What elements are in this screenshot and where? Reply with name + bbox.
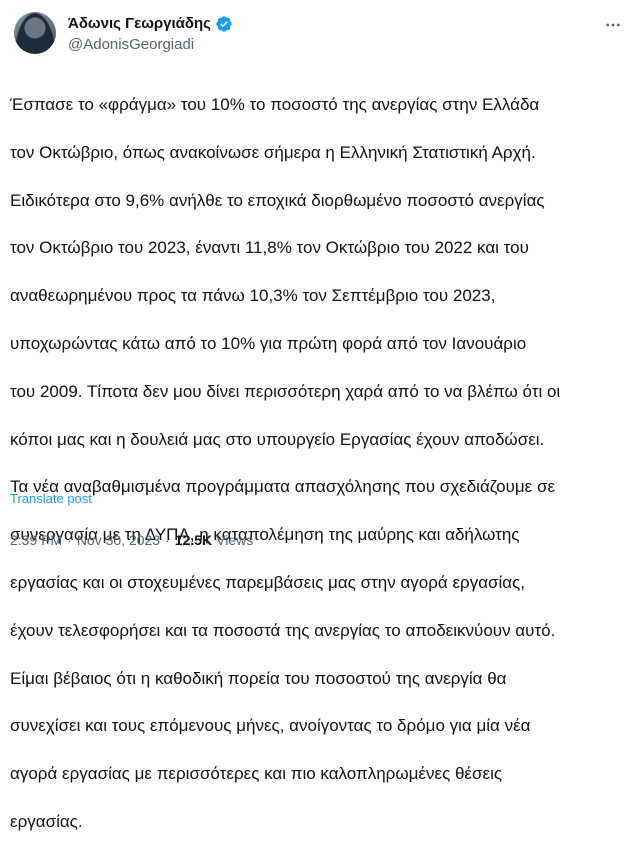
author-handle[interactable]: @AdonisGeorgiadi: [68, 35, 233, 55]
tweet-text: Έσπασε το «φράγμα» του 10% το ποσοστό τη…: [10, 69, 632, 858]
translate-post-link[interactable]: Translate post: [10, 491, 92, 506]
views-label: Views: [216, 532, 254, 548]
tweet-text-line: υποχωρώντας κάτω από το 10% για πρώτη φο…: [10, 333, 527, 353]
tweet-text-line: Έσπασε το «φράγμα» του 10% το ποσοστό τη…: [10, 94, 540, 114]
tweet-text-line: Τα νέα αναβαθμισμένα προγράμματα απασχόλ…: [10, 477, 556, 497]
tweet-time[interactable]: 2:39 PM: [10, 532, 62, 548]
author-display-name[interactable]: Άδωνις Γεωργιάδης: [68, 14, 211, 34]
tweet-text-line: τον Οκτώβριο, όπως ανακοίνωσε σήμερα η Ε…: [10, 142, 536, 162]
more-options-button[interactable]: [602, 16, 624, 38]
tweet-header: Άδωνις Γεωργιάδης @AdonisGeorgiadi: [14, 12, 233, 55]
views-count: 12.5K: [174, 532, 213, 548]
meta-separator: ·: [67, 532, 72, 548]
avatar[interactable]: [14, 12, 56, 54]
tweet-text-line: τον Οκτώβριο του 2023, έναντι 11,8% τον …: [10, 238, 529, 258]
more-horizontal-icon: [604, 16, 622, 39]
tweet-text-line: του 2009. Τίποτα δεν μου δίνει περισσότε…: [10, 381, 561, 401]
tweet-text-line: έχουν τελεσφορήσει και τα ποσοστά της αν…: [10, 620, 556, 640]
tweet-text-line: εργασίας και οι στοχευμένες παρεμβάσεις …: [10, 573, 526, 593]
tweet-text-line: συνεχίσει και τους επόμενους μήνες, ανοί…: [10, 716, 531, 736]
tweet-text-line: εργασίας.: [10, 812, 83, 832]
tweet-card: Άδωνις Γεωργιάδης @AdonisGeorgiadi Έσπασ…: [0, 0, 642, 831]
name-row: Άδωνις Γεωργιάδης: [68, 14, 233, 34]
tweet-text-line: Ειδικότερα στο 9,6% ανήλθε το εποχικά δι…: [10, 190, 545, 210]
meta-separator: ·: [165, 532, 170, 548]
tweet-text-line: κόποι μας και η δουλειά μας στο υπουργεί…: [10, 429, 545, 449]
tweet-date[interactable]: Nov 30, 2023: [77, 532, 160, 548]
tweet-text-line: Είμαι βέβαιος ότι η καθοδική πορεία του …: [10, 668, 507, 688]
tweet-text-line: αγορά εργασίας με περισσότερες και πιο κ…: [10, 764, 503, 784]
tweet-text-line: αναθεωρημένου προς τα πάνω 10,3% τον Σεπ…: [10, 286, 496, 306]
verified-badge-icon: [215, 15, 233, 33]
author-names: Άδωνις Γεωργιάδης @AdonisGeorgiadi: [68, 14, 233, 55]
tweet-meta: 2:39 PM · Nov 30, 2023 · 12.5K Views: [10, 532, 253, 548]
